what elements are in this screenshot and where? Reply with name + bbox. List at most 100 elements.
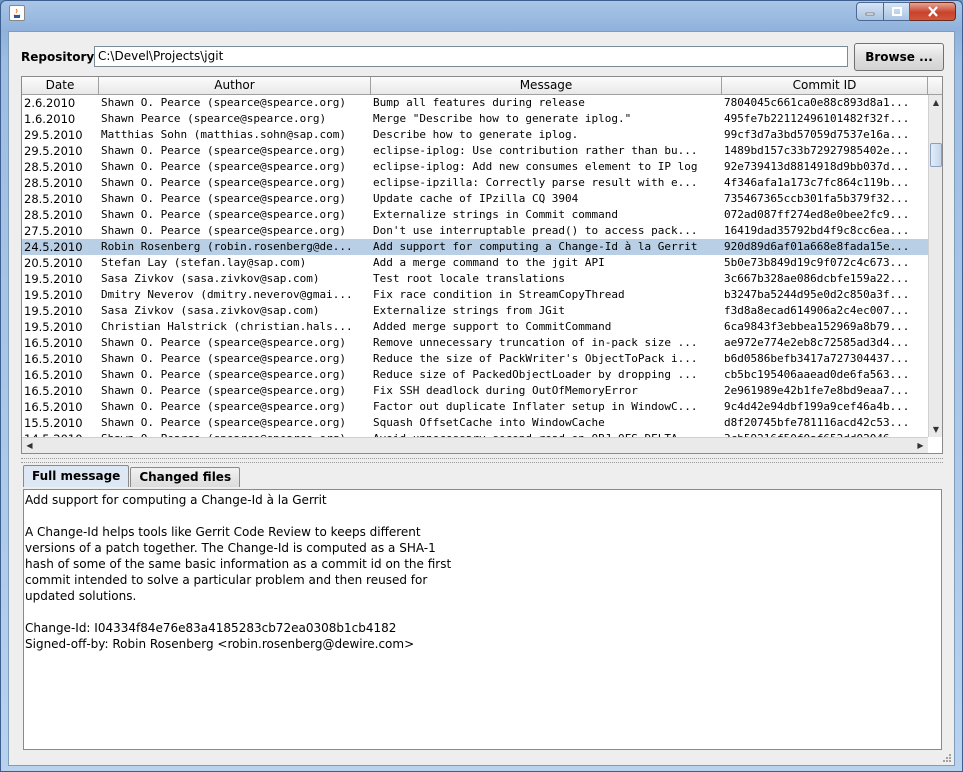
table-row[interactable]: 28.5.2010 Shawn O. Pearce (spearce@spearc…	[22, 159, 928, 175]
cell-author: Robin Rosenberg (robin.rosenberg@de...	[101, 240, 353, 253]
close-button[interactable]	[910, 2, 956, 21]
cell-message: Externalize strings in Commit command	[373, 208, 619, 221]
browse-button[interactable]: Browse ...	[854, 43, 944, 71]
cell-date: 19.5.2010	[24, 320, 83, 334]
cell-message: Remove unnecessary truncation of in-pack…	[373, 336, 698, 349]
cell-author: Sasa Zivkov (sasa.zivkov@sap.com)	[101, 304, 320, 317]
table-row[interactable]: 28.5.2010 Shawn O. Pearce (spearce@spearc…	[22, 175, 928, 191]
tab-changed-files[interactable]: Changed files	[130, 467, 241, 487]
table-row[interactable]: 19.5.2010 Dmitry Neverov (dmitry.neverov@…	[22, 287, 928, 303]
cell-author: Shawn Pearce (spearce@spearce.org)	[101, 112, 327, 125]
table-row[interactable]: 16.5.2010 Shawn O. Pearce (spearce@spearc…	[22, 351, 928, 367]
cell-commit-id: 16419dad35792bd4f9c8cc6ea...	[724, 224, 910, 237]
cell-author: Dmitry Neverov (dmitry.neverov@gmai...	[101, 288, 353, 301]
cell-author: Shawn O. Pearce (spearce@spearce.org)	[101, 400, 347, 413]
cell-commit-id: 5b0e73b849d19c9f072c4c673...	[724, 256, 910, 269]
cell-date: 28.5.2010	[24, 160, 83, 174]
cell-date: 16.5.2010	[24, 384, 83, 398]
cell-message: eclipse-iplog: Add new consumes element …	[373, 160, 698, 173]
vertical-scroll-thumb[interactable]	[930, 143, 942, 167]
cell-commit-id: 99cf3d7a3bd57059d7537e16a...	[724, 128, 910, 141]
cell-commit-id: 1489bd157c33b72927985402e...	[724, 144, 910, 157]
table-row[interactable]: 16.5.2010 Shawn O. Pearce (spearce@spearc…	[22, 367, 928, 383]
table-row[interactable]: 16.5.2010 Shawn O. Pearce (spearce@spearc…	[22, 383, 928, 399]
table-row[interactable]: 28.5.2010 Shawn O. Pearce (spearce@spearc…	[22, 207, 928, 223]
repository-path-field[interactable]: C:\Devel\Projects\jgit	[94, 46, 848, 67]
detail-tabs: Full message Changed files	[23, 465, 241, 487]
cell-message: Describe how to generate iplog.	[373, 128, 579, 141]
table-row[interactable]: 1.6.2010 Shawn Pearce (spearce@spearce.or…	[22, 111, 928, 127]
cell-message: Reduce the size of PackWriter's ObjectTo…	[373, 352, 698, 365]
cell-date: 16.5.2010	[24, 352, 83, 366]
split-pane-divider[interactable]	[21, 458, 943, 463]
column-header-message[interactable]: Message	[371, 77, 722, 95]
minimize-button[interactable]	[856, 2, 884, 21]
table-row[interactable]: 20.5.2010 Stefan Lay (stefan.lay@sap.com)…	[22, 255, 928, 271]
cell-message: Fix race condition in StreamCopyThread	[373, 288, 625, 301]
maximize-button[interactable]	[884, 2, 910, 21]
table-row[interactable]: 29.5.2010 Matthias Sohn (matthias.sohn@sa…	[22, 127, 928, 143]
table-row[interactable]: 28.5.2010 Shawn O. Pearce (spearce@spearc…	[22, 191, 928, 207]
message-line: A Change-Id helps tools like Gerrit Code…	[25, 525, 421, 539]
cell-date: 1.6.2010	[24, 112, 76, 126]
table-row[interactable]: 2.6.2010 Shawn O. Pearce (spearce@spearce…	[22, 95, 928, 111]
cell-author: Shawn O. Pearce (spearce@spearce.org)	[101, 368, 347, 381]
resize-grip-icon[interactable]	[942, 753, 952, 763]
table-row[interactable]: 19.5.2010 Sasa Zivkov (sasa.zivkov@sap.co…	[22, 303, 928, 319]
table-row[interactable]: 19.5.2010 Sasa Zivkov (sasa.zivkov@sap.co…	[22, 271, 928, 287]
cell-message: Factor out duplicate Inflater setup in W…	[373, 400, 698, 413]
column-header-author[interactable]: Author	[99, 77, 371, 95]
message-line: Signed-off-by: Robin Rosenberg <robin.ro…	[25, 637, 415, 651]
cell-commit-id: 7804045c661ca0e88c893d8a1...	[724, 96, 910, 109]
horizontal-scrollbar[interactable]: ◀ ▶	[22, 437, 928, 453]
cell-message: Reduce size of PackedObjectLoader by dro…	[373, 368, 698, 381]
message-line	[25, 604, 940, 620]
cell-author: Shawn O. Pearce (spearce@spearce.org)	[101, 384, 347, 397]
cell-date: 19.5.2010	[24, 304, 83, 318]
minimize-icon	[865, 12, 875, 15]
cell-message: Add support for computing a Change-Id à …	[373, 240, 698, 253]
title-bar[interactable]	[1, 1, 962, 27]
cell-commit-id: cb5bc195406aaead0de6fa563...	[724, 368, 910, 381]
cell-message: Added merge support to CommitCommand	[373, 320, 612, 333]
cell-commit-id: 735467365ccb301fa5b379f32...	[724, 192, 910, 205]
scroll-left-icon[interactable]: ◀	[22, 438, 37, 453]
scroll-up-icon[interactable]: ▲	[929, 95, 942, 110]
cell-message: Update cache of IPzilla CQ 3904	[373, 192, 579, 205]
cell-date: 24.5.2010	[24, 240, 83, 254]
cell-message: Merge "Describe how to generate iplog."	[373, 112, 632, 125]
cell-date: 15.5.2010	[24, 416, 83, 430]
table-row[interactable]: 24.5.2010 Robin Rosenberg (robin.rosenber…	[22, 239, 928, 255]
vertical-scrollbar[interactable]: ▲ ▼	[928, 95, 942, 437]
tab-full-message[interactable]: Full message	[23, 465, 130, 487]
column-header-commit-id[interactable]: Commit ID	[722, 77, 928, 95]
cell-commit-id: 920d89d6af01a668e8fada15e...	[724, 240, 910, 253]
table-row[interactable]: 19.5.2010 Christian Halstrick (christian.…	[22, 319, 928, 335]
cell-message: eclipse-ipzilla: Correctly parse result …	[373, 176, 698, 189]
cell-commit-id: 9c4d42e94dbf199a9cef46a4b...	[724, 400, 910, 413]
table-row[interactable]: 27.5.2010 Shawn O. Pearce (spearce@spearc…	[22, 223, 928, 239]
cell-author: Shawn O. Pearce (spearce@spearce.org)	[101, 96, 347, 109]
table-row[interactable]: 16.5.2010 Shawn O. Pearce (spearce@spearc…	[22, 399, 928, 415]
scroll-down-icon[interactable]: ▼	[929, 422, 942, 437]
cell-commit-id: 3c667b328ae086dcbfe159a22...	[724, 272, 910, 285]
table-row[interactable]: 29.5.2010 Shawn O. Pearce (spearce@spearc…	[22, 143, 928, 159]
cell-author: Shawn O. Pearce (spearce@spearce.org)	[101, 352, 347, 365]
message-line: commit intended to solve a particular pr…	[25, 573, 428, 587]
message-line: versions of a patch together. The Change…	[25, 541, 436, 555]
table-row[interactable]: 16.5.2010 Shawn O. Pearce (spearce@spearc…	[22, 335, 928, 351]
cell-commit-id: 495fe7b22112496101482f32f...	[724, 112, 910, 125]
full-message-text[interactable]: Add support for computing a Change-Id à …	[23, 489, 942, 750]
cell-author: Sasa Zivkov (sasa.zivkov@sap.com)	[101, 272, 320, 285]
scroll-right-icon[interactable]: ▶	[913, 438, 928, 453]
column-header-date[interactable]: Date	[22, 77, 99, 95]
cell-commit-id: b6d0586befb3417a727304437...	[724, 352, 910, 365]
table-corner	[928, 77, 942, 95]
maximize-icon	[891, 7, 902, 16]
table-row[interactable]: 15.5.2010 Shawn O. Pearce (spearce@spearc…	[22, 415, 928, 431]
main-panel: Repository C:\Devel\Projects\jgit Browse…	[8, 31, 955, 766]
cell-commit-id: 2e961989e42b1fe7e8bd9eaa7...	[724, 384, 910, 397]
cell-date: 28.5.2010	[24, 176, 83, 190]
cell-date: 28.5.2010	[24, 208, 83, 222]
java-icon[interactable]	[9, 5, 25, 21]
